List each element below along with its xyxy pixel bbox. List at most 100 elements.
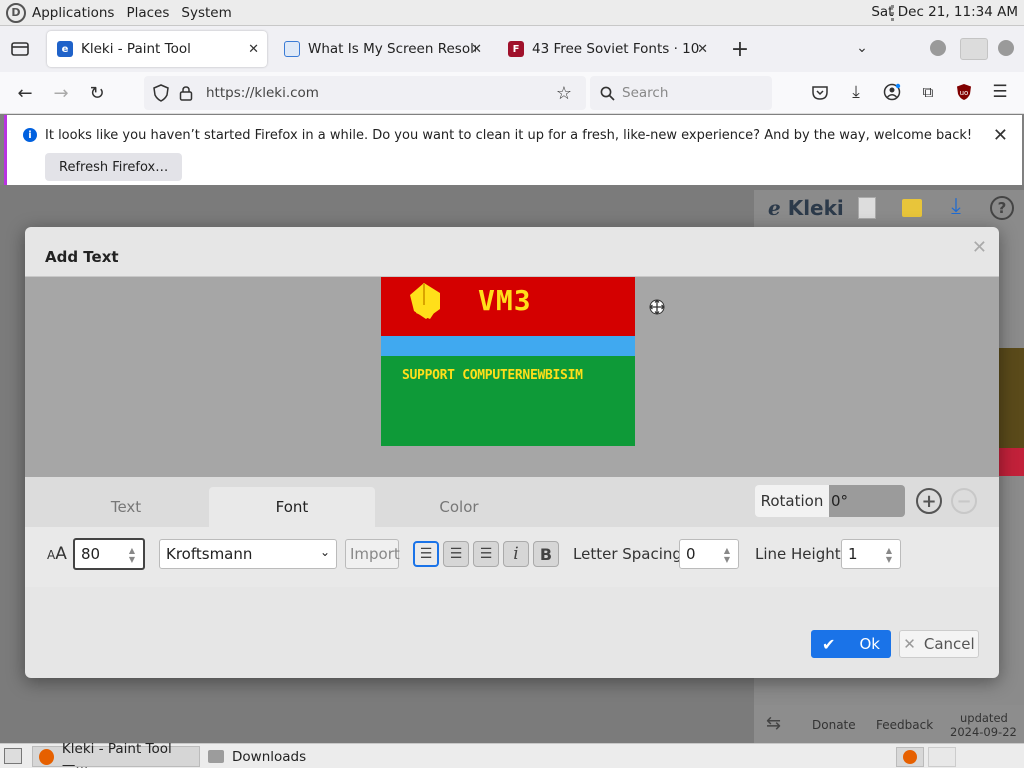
align-right-icon[interactable]: ☰ <box>473 541 499 567</box>
svg-text:uo: uo <box>960 89 969 97</box>
clock[interactable]: Sat Dec 21, 11:34 AM <box>871 4 1018 20</box>
top-panel: D Applications Places System Sat Dec 21,… <box>0 0 1024 26</box>
tab-color[interactable]: Color <box>375 487 543 527</box>
italic-button[interactable]: i <box>503 541 529 567</box>
tab-kleki[interactable]: e Kleki - Paint Tool ✕ <box>47 31 267 67</box>
align-left-icon[interactable]: ☰ <box>413 541 439 567</box>
swap-icon[interactable]: ⇆ <box>766 713 781 734</box>
window-maximize-icon[interactable] <box>960 38 988 60</box>
taskbar-item-label: Kleki - Paint Tool —... <box>61 740 172 768</box>
color-slider[interactable] <box>998 348 1024 448</box>
kleki-bottom-bar: ⇆ Donate Feedback updated 2024-09-22 <box>754 705 1024 743</box>
rotation-value[interactable]: 0° <box>829 485 905 517</box>
canvas-headline: VM3 <box>478 284 532 317</box>
line-height-label: Line Height <box>755 545 841 563</box>
new-file-icon[interactable] <box>858 197 876 219</box>
tab-text[interactable]: Text <box>43 487 209 527</box>
ok-button[interactable]: ✔ Ok <box>811 630 891 658</box>
text-preview-area[interactable]: VM3 SUPPORT COMPUTERNEWBISIM <box>25 276 999 477</box>
donate-link[interactable]: Donate <box>812 718 856 732</box>
letter-spacing-stepper-icon[interactable]: ▲ ▼ <box>724 546 730 564</box>
lock-icon[interactable] <box>178 84 194 102</box>
kleki-logo-text: Kleki <box>787 196 844 220</box>
workspace-switcher[interactable] <box>896 747 924 767</box>
taskbar-item-downloads[interactable]: Downloads <box>202 746 362 767</box>
blue-band <box>381 336 635 356</box>
align-center-icon[interactable]: ☰ <box>443 541 469 567</box>
updated-label: updated <box>960 711 1008 725</box>
updated-date: 2024-09-22 <box>950 725 1017 739</box>
font-family-value: Kroftsmann <box>166 545 253 563</box>
bookmark-star-icon[interactable]: ☆ <box>554 83 574 104</box>
list-all-tabs-icon[interactable]: ⌄ <box>852 38 872 58</box>
tab-screen-resolution[interactable]: What Is My Screen Resolutio ✕ <box>274 31 490 67</box>
firefox-icon <box>39 748 54 765</box>
tab-font[interactable]: Font <box>209 487 375 527</box>
letter-spacing-input[interactable]: 0 ▲ ▼ <box>679 539 739 569</box>
workspace-firefox-icon <box>903 750 917 764</box>
dialog-title: Add Text <box>45 248 119 266</box>
feedback-link[interactable]: Feedback <box>876 718 933 732</box>
add-text-icon[interactable]: + <box>916 488 942 514</box>
cancel-label: Cancel <box>923 635 975 653</box>
line-height-input[interactable]: 1 ▲ ▼ <box>841 539 901 569</box>
font-size-value: 80 <box>81 545 101 563</box>
cancel-button[interactable]: ✕ Cancel <box>899 630 979 658</box>
menu-hamburger-icon[interactable]: ☰ <box>990 82 1010 102</box>
close-dialog-icon[interactable]: ✕ <box>972 237 987 258</box>
bold-button[interactable]: B <box>533 541 559 567</box>
close-tab-icon[interactable]: ✕ <box>471 42 482 57</box>
search-input[interactable]: Search <box>590 76 772 110</box>
canvas-text: SUPPORT COMPUTERNEWBISIM <box>402 368 583 383</box>
taskbar-item-kleki[interactable]: Kleki - Paint Tool —... <box>32 741 200 768</box>
tracking-shield-icon[interactable] <box>152 84 170 102</box>
import-font-button[interactable]: Import <box>345 539 400 569</box>
show-desktop-icon[interactable] <box>4 748 22 764</box>
distro-logo-icon[interactable]: D <box>6 2 26 23</box>
font-family-select[interactable]: Kroftsmann ⌄ <box>159 539 337 569</box>
downloads-icon[interactable]: ⤓ <box>846 82 866 102</box>
canvas-preview: VM3 SUPPORT COMPUTERNEWBISIM <box>381 277 635 446</box>
remove-text-icon[interactable]: − <box>951 488 977 514</box>
extensions-icon[interactable]: ⧉ <box>918 82 938 102</box>
font-size-input[interactable]: 80 ▲ ▼ <box>73 538 145 570</box>
url-bar[interactable]: https://kleki.com ☆ <box>144 76 586 110</box>
kleki-logo: ℯ Kleki <box>768 196 844 220</box>
check-icon: ✔ <box>822 634 836 654</box>
font-size-icon: AA <box>47 544 67 564</box>
places-menu[interactable]: Places <box>120 5 175 21</box>
close-tab-icon[interactable]: ✕ <box>248 42 259 57</box>
account-icon[interactable] <box>882 82 902 102</box>
reload-icon[interactable]: ↻ <box>86 82 108 104</box>
download-icon[interactable]: ⤓ <box>944 194 968 220</box>
help-icon[interactable]: ? <box>990 196 1014 220</box>
close-tab-icon[interactable]: ✕ <box>697 42 708 57</box>
applications-menu[interactable]: Applications <box>26 5 120 21</box>
close-notification-icon[interactable]: ✕ <box>993 125 1008 146</box>
url-text[interactable]: https://kleki.com <box>206 85 319 101</box>
line-height-stepper-icon[interactable]: ▲ ▼ <box>886 546 892 564</box>
color-swatch[interactable] <box>998 448 1024 476</box>
ublock-icon[interactable]: uo <box>954 82 974 102</box>
rotation-slider[interactable]: Rotation 0° <box>755 485 905 517</box>
tab-title: What Is My Screen Resolutio <box>308 41 476 57</box>
system-menu[interactable]: System <box>175 5 237 21</box>
font-size-stepper-icon[interactable]: ▲ ▼ <box>129 546 135 564</box>
forward-icon[interactable]: → <box>50 82 72 104</box>
ok-label: Ok <box>859 635 880 653</box>
open-folder-icon[interactable] <box>902 199 922 217</box>
workspace-2[interactable] <box>928 747 956 767</box>
letter-spacing-label: Letter Spacing <box>573 545 682 563</box>
taskbar-item-label: Downloads <box>232 748 307 765</box>
pocket-icon[interactable] <box>810 82 830 102</box>
rotation-label: Rotation <box>755 485 829 517</box>
new-tab-icon[interactable]: + <box>729 37 751 62</box>
tab-soviet-fonts[interactable]: F 43 Free Soviet Fonts · 1001 | ✕ <box>498 31 716 67</box>
window-minimize-icon[interactable] <box>930 40 946 56</box>
window-close-icon[interactable] <box>998 40 1014 56</box>
move-handle-icon[interactable] <box>648 298 666 316</box>
refresh-firefox-button[interactable]: Refresh Firefox… <box>45 153 183 181</box>
back-icon[interactable]: ← <box>14 82 36 104</box>
firefox-view-icon[interactable] <box>10 39 30 59</box>
bottom-taskbar: Kleki - Paint Tool —... Downloads <box>0 741 1024 768</box>
